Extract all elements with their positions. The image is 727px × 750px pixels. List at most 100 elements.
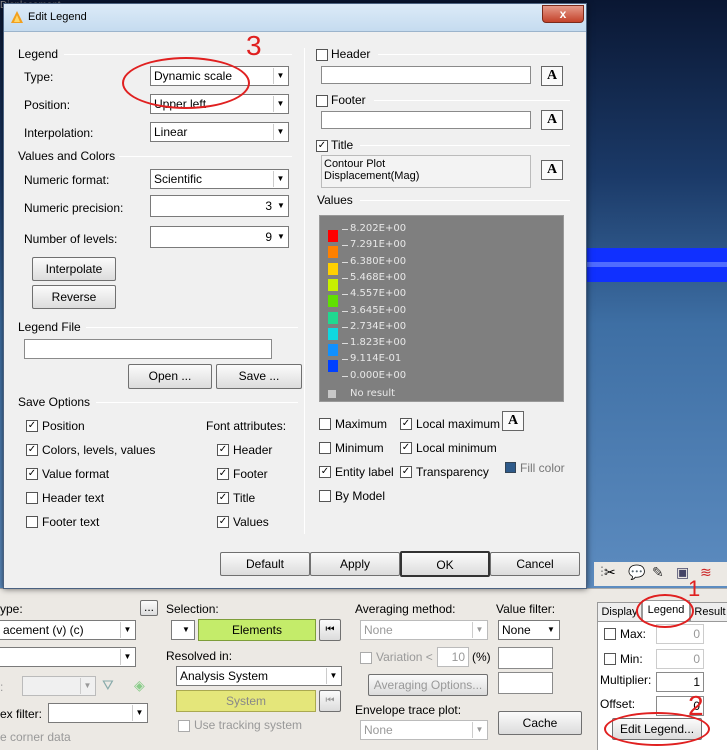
by-model-label: By Model bbox=[335, 489, 386, 503]
save-footer-text-checkbox[interactable] bbox=[26, 516, 38, 528]
averaging-combo[interactable]: None ▼ bbox=[360, 620, 488, 640]
filter-icon[interactable]: ⛛ bbox=[102, 677, 114, 694]
legend-swatch[interactable] bbox=[328, 262, 338, 275]
envelope-combo[interactable]: None ▼ bbox=[360, 720, 488, 740]
apply-button[interactable]: Apply bbox=[310, 552, 400, 576]
local-maximum-checkbox[interactable]: ✓ bbox=[400, 418, 412, 430]
title-textarea[interactable]: Contour Plot Displacement(Mag) bbox=[321, 155, 531, 188]
layer-combo[interactable]: ▼ bbox=[22, 676, 96, 696]
min-checkbox[interactable] bbox=[604, 653, 616, 665]
levels-spinner[interactable]: 9 ▼ bbox=[150, 226, 289, 248]
annotation-number-2: 2 bbox=[688, 690, 704, 721]
min-input[interactable]: 0 bbox=[656, 649, 704, 669]
legend-swatch[interactable] bbox=[328, 230, 338, 242]
local-minimum-checkbox[interactable]: ✓ bbox=[400, 442, 412, 454]
ellipsis-button[interactable]: ... bbox=[140, 600, 158, 616]
save-button[interactable]: Save ... bbox=[216, 364, 302, 389]
reverse-button[interactable]: Reverse bbox=[32, 285, 116, 309]
interpolation-combo[interactable]: Linear ▼ bbox=[150, 122, 289, 142]
save-value-format-checkbox[interactable]: ✓ bbox=[26, 468, 38, 480]
open-button[interactable]: Open ... bbox=[128, 364, 212, 389]
result-subtype-combo[interactable]: ▼ bbox=[0, 647, 136, 667]
minimum-checkbox[interactable] bbox=[319, 442, 331, 454]
chevron-down-icon: ▼ bbox=[273, 171, 287, 187]
reset-system-button[interactable]: ⏮ bbox=[319, 690, 341, 712]
tracking-checkbox[interactable] bbox=[178, 720, 190, 732]
numeric-precision-spinner[interactable]: 3 ▼ bbox=[150, 195, 289, 217]
layers-icon[interactable]: ◈ bbox=[134, 677, 145, 694]
save-colors-checkbox[interactable]: ✓ bbox=[26, 444, 38, 456]
scissors-icon[interactable]: ✂ bbox=[604, 564, 616, 581]
ok-button[interactable]: OK bbox=[400, 551, 490, 577]
footer-checkbox[interactable] bbox=[316, 95, 328, 107]
legend-swatch[interactable] bbox=[328, 295, 338, 308]
legend-preview: 8.202E+00 7.291E+00 6.380E+00 5.468E+00 4.55… bbox=[319, 215, 564, 402]
system-button[interactable]: System bbox=[176, 690, 316, 712]
chevron-down-icon: ▼ bbox=[273, 96, 287, 112]
brush-icon[interactable]: ✎ bbox=[652, 564, 664, 581]
title-font-button[interactable]: A bbox=[541, 160, 563, 180]
legend-swatch[interactable] bbox=[328, 278, 338, 291]
resolved-combo[interactable]: Analysis System ▼ bbox=[176, 666, 342, 686]
cancel-button[interactable]: Cancel bbox=[490, 552, 580, 576]
numeric-format-value: Scientific bbox=[154, 172, 203, 186]
levels-value: 9 bbox=[265, 230, 272, 244]
no-result-swatch[interactable] bbox=[328, 390, 336, 398]
options-font-button[interactable]: A bbox=[502, 411, 524, 431]
header-font-button[interactable]: A bbox=[541, 66, 563, 86]
tracking-label: Use tracking system bbox=[194, 718, 303, 732]
averaging-options-button[interactable]: Averaging Options... bbox=[368, 674, 488, 696]
multiplier-input[interactable]: 1 bbox=[656, 672, 704, 692]
font-header-checkbox[interactable]: ✓ bbox=[217, 444, 229, 456]
transparency-label: Transparency bbox=[416, 465, 489, 479]
numeric-format-combo[interactable]: Scientific ▼ bbox=[150, 169, 289, 189]
value-filter-min[interactable] bbox=[498, 647, 553, 669]
result-type-value: acement (v) (c) bbox=[3, 623, 84, 637]
font-values-checkbox[interactable]: ✓ bbox=[217, 516, 229, 528]
transparency-checkbox[interactable]: ✓ bbox=[400, 466, 412, 478]
levels-label: Number of levels: bbox=[24, 232, 118, 246]
header-input[interactable] bbox=[321, 66, 531, 84]
fill-color-swatch[interactable] bbox=[505, 462, 516, 473]
close-button[interactable]: x bbox=[542, 5, 584, 23]
variation-checkbox[interactable] bbox=[360, 652, 372, 664]
column-divider bbox=[304, 48, 305, 534]
legend-swatch[interactable] bbox=[328, 246, 338, 259]
title-checkbox[interactable]: ✓ bbox=[316, 140, 328, 152]
annotation-number-3: 3 bbox=[246, 30, 262, 61]
save-position-checkbox[interactable]: ✓ bbox=[26, 420, 38, 432]
result-type-combo[interactable]: acement (v) (c) ▼ bbox=[0, 620, 136, 640]
ex-filter-combo[interactable]: ▼ bbox=[48, 703, 148, 723]
font-footer-checkbox[interactable]: ✓ bbox=[217, 468, 229, 480]
header-line bbox=[378, 54, 570, 55]
value-filter-combo[interactable]: None ▼ bbox=[498, 620, 560, 640]
by-model-checkbox[interactable] bbox=[319, 490, 331, 502]
chat-icon[interactable]: 💬 bbox=[628, 564, 645, 581]
reset-selection-button[interactable]: ⏮ bbox=[319, 619, 341, 641]
legend-swatch[interactable] bbox=[328, 360, 338, 373]
legend-swatch[interactable] bbox=[328, 327, 338, 340]
footer-input[interactable] bbox=[321, 111, 531, 129]
header-checkbox[interactable] bbox=[316, 49, 328, 61]
maximum-checkbox[interactable] bbox=[319, 418, 331, 430]
entity-label-checkbox[interactable]: ✓ bbox=[319, 466, 331, 478]
tab-result[interactable]: Result bbox=[690, 602, 727, 622]
legend-swatch[interactable] bbox=[328, 344, 338, 357]
legend-swatch[interactable] bbox=[328, 311, 338, 324]
font-title-checkbox[interactable]: ✓ bbox=[217, 492, 229, 504]
legend-icon[interactable]: ≋ bbox=[700, 564, 712, 581]
selection-mode-combo[interactable]: ▼ bbox=[171, 620, 195, 640]
legend-file-input[interactable] bbox=[24, 339, 272, 359]
interpolate-button[interactable]: Interpolate bbox=[32, 257, 116, 281]
legend-tick bbox=[342, 326, 348, 328]
default-button[interactable]: Default bbox=[220, 552, 310, 576]
footer-font-button[interactable]: A bbox=[541, 110, 563, 130]
max-checkbox[interactable] bbox=[604, 628, 616, 640]
title-line-2: Displacement(Mag) bbox=[324, 170, 420, 182]
cache-button[interactable]: Cache bbox=[498, 711, 582, 735]
value-filter-max[interactable] bbox=[498, 672, 553, 694]
save-header-text-checkbox[interactable] bbox=[26, 492, 38, 504]
save-footer-text-label: Footer text bbox=[42, 515, 100, 529]
elements-button[interactable]: Elements bbox=[198, 619, 316, 641]
variation-input[interactable]: 10 bbox=[437, 647, 469, 667]
